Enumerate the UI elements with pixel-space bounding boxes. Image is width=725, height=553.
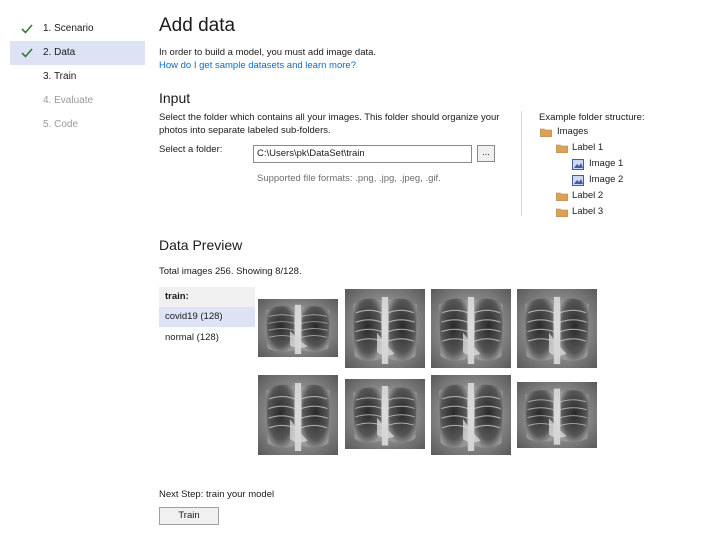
divider [521,111,522,216]
tree-item-image2: Image 2 [589,174,624,185]
intro-text: In order to build a model, you must add … [159,47,377,58]
folder-list-header: train: [159,287,255,307]
next-step-text: Next Step: train your model [159,489,275,500]
tree-item-images: Images [557,126,589,137]
train-button[interactable]: Train [159,507,219,525]
image-file-icon [572,159,584,170]
input-description-line2: photos into separate labeled sub-folders… [159,125,331,136]
thumbnail-image[interactable] [517,382,597,448]
folder-icon [556,144,568,153]
checkmark-icon [21,48,33,58]
checkmark-icon [21,24,33,34]
image-file-icon [572,175,584,186]
preview-summary: Total images 256. Showing 8/128. [159,266,302,277]
step-train[interactable]: 3. Train [10,65,145,89]
step-label: 2. Data [43,47,76,58]
step-label: 4. Evaluate [43,95,94,106]
folder-icon [556,192,568,201]
thumbnail-image[interactable] [258,375,338,455]
data-preview-heading: Data Preview [159,237,243,253]
folder-item-covid19[interactable]: covid19 (128) [159,307,255,327]
input-description-line1: Select the folder which contains all you… [159,112,500,123]
step-label: 1. Scenario [43,23,94,34]
tree-item-image1: Image 1 [589,158,624,169]
thumbnail-image[interactable] [517,289,597,368]
browse-button[interactable]: ... [477,145,495,162]
supported-formats: Supported file formats: .png, .jpg, .jpe… [257,173,441,184]
step-label: 3. Train [43,71,77,82]
tree-item-label1: Label 1 [572,142,604,153]
folder-item-normal[interactable]: normal (128) [159,328,255,348]
thumbnail-image[interactable] [345,379,425,449]
help-link[interactable]: How do I get sample datasets and learn m… [159,59,356,72]
thumbnail-image[interactable] [431,289,511,368]
input-heading: Input [159,90,191,106]
folder-icon [556,208,568,217]
example-heading: Example folder structure: [539,112,645,123]
thumbnail-image[interactable] [258,299,338,357]
step-data[interactable]: 2. Data [10,41,145,65]
folder-icon [540,128,552,137]
thumbnail-image[interactable] [345,289,425,368]
folder-path-input[interactable]: C:\Users\pk\DataSet\train [253,145,472,163]
dataset-folder-list: train: covid19 (128) normal (128) [159,287,255,367]
step-scenario[interactable]: 1. Scenario [10,17,145,41]
page-title: Add data [159,15,236,36]
tree-item-label3: Label 3 [572,206,604,217]
step-label: 5. Code [43,119,79,130]
folder-label: Select a folder: [159,144,223,155]
step-code: 5. Code [10,113,145,137]
tree-item-label2: Label 2 [572,190,604,201]
step-evaluate: 4. Evaluate [10,89,145,113]
thumbnail-image[interactable] [431,375,511,455]
